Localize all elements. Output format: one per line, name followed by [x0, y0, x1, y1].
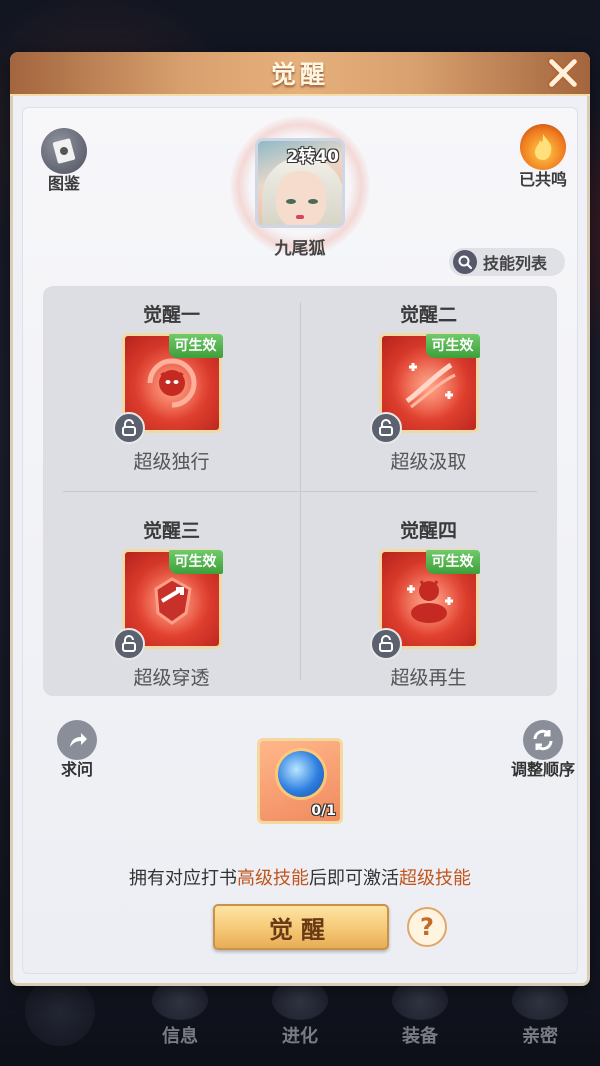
flame-icon	[519, 124, 566, 170]
refresh-icon	[522, 720, 563, 760]
avatar-eye	[286, 199, 296, 204]
effective-badge: 可生效	[425, 550, 480, 574]
awakening-slot-4: 觉醒四 可生效 超级再生	[300, 502, 557, 707]
awakening-slot-3: 觉醒三 可生效 超级穿透	[43, 502, 300, 707]
pet-level: 2转40	[286, 147, 340, 167]
close-icon	[547, 57, 579, 89]
skill-list-button[interactable]: 技能列表	[449, 248, 565, 276]
dialog-body: 图鉴 已共鸣 2转40 九尾狐 技能列表 觉醒一 可生效 超级独行 觉醒二 可生…	[22, 107, 578, 974]
unlock-icon	[369, 628, 402, 660]
ask-label: 求问	[60, 760, 93, 779]
awaken-material-slot[interactable]: 0/1	[257, 738, 343, 824]
awakening-title: 觉醒三	[142, 520, 200, 542]
avatar-eye	[308, 199, 318, 204]
skill-name: 超级穿透	[133, 667, 210, 689]
awaken-button[interactable]: 觉醒	[213, 904, 389, 950]
unlock-icon	[112, 412, 145, 444]
unlock-icon	[112, 628, 145, 660]
activation-hint: 拥有对应打书高级技能后即可激活超级技能	[23, 864, 577, 890]
help-button[interactable]: ?	[407, 907, 447, 947]
atlas-button[interactable]: 图鉴	[41, 128, 87, 194]
hint-text: 后即可激活	[309, 868, 399, 889]
skill-name: 超级汲取	[390, 451, 467, 473]
skill-icon-slot-2[interactable]: 可生效	[369, 333, 480, 444]
avatar-lips	[296, 215, 304, 219]
skill-icon-slot-4[interactable]: 可生效	[369, 549, 480, 660]
awakening-title: 觉醒四	[399, 520, 457, 542]
awakening-slot-2: 觉醒二 可生效 超级汲取	[300, 286, 557, 491]
resonance-button[interactable]: 已共鸣	[519, 124, 567, 190]
hint-highlight: 高级技能	[237, 868, 309, 889]
material-count: 0/1	[311, 803, 336, 819]
ask-button[interactable]: 求问	[57, 720, 97, 780]
awakening-slot-1: 觉醒一 可生效 超级独行	[43, 286, 300, 491]
awakening-title: 觉醒一	[142, 304, 200, 326]
search-icon	[453, 250, 477, 274]
dialog-header: 觉醒	[10, 52, 590, 96]
close-button[interactable]	[542, 53, 584, 93]
book-icon	[41, 128, 87, 174]
reorder-label: 调整顺序	[510, 760, 575, 779]
effective-badge: 可生效	[425, 334, 480, 358]
hint-text: 拥有对应打书	[129, 868, 237, 889]
awakening-dialog: 觉醒 图鉴 已共鸣 2转40 九尾狐 技能列表 觉醒一 可生效 超级独行 觉醒二…	[10, 52, 590, 986]
reorder-button[interactable]: 调整顺序	[511, 720, 575, 780]
awakening-grid: 觉醒一 可生效 超级独行 觉醒二 可生效 超级汲取 觉醒三 可生效 超级穿透 觉…	[43, 286, 557, 696]
swirl-orb-icon	[278, 751, 324, 797]
effective-badge: 可生效	[168, 334, 223, 358]
skill-icon-slot-1[interactable]: 可生效	[112, 333, 223, 444]
skill-name: 超级再生	[390, 667, 467, 689]
effective-badge: 可生效	[168, 550, 223, 574]
dialog-title: 觉醒	[270, 60, 329, 89]
awakening-title: 觉醒二	[399, 304, 457, 326]
skill-icon-slot-3[interactable]: 可生效	[112, 549, 223, 660]
skill-name: 超级独行	[133, 451, 210, 473]
resonance-label: 已共鸣	[518, 170, 567, 189]
skill-list-label: 技能列表	[483, 254, 548, 273]
grid-divider	[63, 491, 537, 492]
hint-highlight: 超级技能	[399, 868, 471, 889]
unlock-icon	[369, 412, 402, 444]
share-arrow-icon	[57, 720, 97, 760]
atlas-label: 图鉴	[47, 174, 80, 193]
